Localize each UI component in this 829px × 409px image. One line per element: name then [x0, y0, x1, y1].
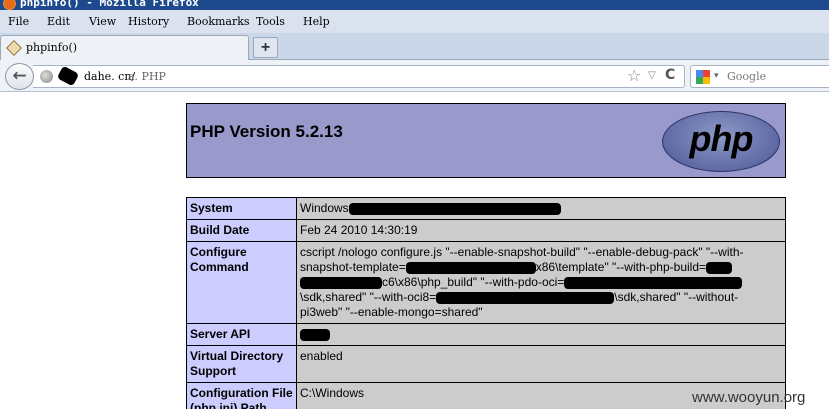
row-value: enabled	[296, 345, 786, 383]
row-value: cscript /nologo configure.js "--enable-s…	[296, 241, 786, 324]
new-tab-button[interactable]: +	[253, 37, 278, 58]
menu-help[interactable]: Help	[303, 15, 330, 28]
url-dropdown-icon[interactable]: ▽	[648, 70, 656, 81]
row-value: Windows	[296, 197, 786, 220]
back-button[interactable]: ←	[5, 63, 34, 90]
menu-bar: File Edit View History Bookmarks Tools H…	[0, 10, 829, 33]
menu-bookmarks[interactable]: Bookmarks	[187, 15, 250, 28]
redaction-mark	[300, 276, 382, 289]
row-label: Virtual Directory Support	[186, 345, 297, 383]
table-row: System Windows	[186, 197, 786, 220]
window-title: phpinfo() - Mozilla Firefox	[20, 0, 199, 9]
firefox-icon	[3, 0, 16, 10]
tab-phpinfo[interactable]: phpinfo()	[0, 35, 249, 60]
configure-line: pi3web" "--enable-mongo=shared"	[300, 305, 483, 319]
window-title-bar: phpinfo() - Mozilla Firefox	[0, 0, 829, 10]
configure-segment: \sdk,shared" "--with-oci8=	[300, 290, 437, 304]
row-label: System	[186, 197, 297, 220]
redaction-mark	[300, 328, 330, 341]
page-content: PHP Version 5.2.13 php System Windows Bu…	[0, 93, 829, 409]
redaction-mark	[348, 202, 561, 215]
configure-segment: snapshot-template=	[300, 260, 406, 274]
menu-edit[interactable]: Edit	[47, 15, 70, 28]
search-bar[interactable]: ▾ Google	[690, 65, 829, 88]
configure-line: cscript /nologo configure.js "--enable-s…	[300, 245, 744, 259]
table-row: Server API	[186, 323, 786, 346]
page-title: PHP Version 5.2.13	[190, 122, 343, 141]
table-row: Configure Command cscript /nologo config…	[186, 241, 786, 324]
bookmark-star-icon[interactable]: ☆	[627, 66, 641, 85]
row-label: Configuration File (php.ini) Path	[186, 382, 297, 409]
menu-tools[interactable]: Tools	[256, 15, 285, 28]
watermark: www.wooyun.org	[692, 389, 806, 406]
redaction-mark	[564, 276, 743, 289]
php-header: PHP Version 5.2.13 php	[186, 103, 786, 178]
configure-segment: x86\template" "--with-php-build=	[535, 260, 707, 274]
tab-title: phpinfo()	[26, 41, 78, 54]
search-engine-dropdown-icon[interactable]: ▾	[714, 71, 719, 81]
info-table: System Windows Build Date Feb 24 2010 14…	[186, 197, 786, 409]
row-value	[296, 323, 786, 346]
configure-segment: \sdk,shared" "--without-	[614, 290, 739, 304]
row-value: Feb 24 2010 14:30:19	[296, 219, 786, 242]
row-label: Configure Command	[186, 241, 297, 324]
menu-view[interactable]: View	[89, 15, 116, 28]
php-logo-text: php	[689, 118, 754, 159]
tab-strip: phpinfo() +	[0, 33, 829, 60]
table-row: Build Date Feb 24 2010 14:30:19	[186, 219, 786, 242]
google-icon	[696, 70, 710, 84]
redaction-mark	[405, 261, 536, 274]
php-logo: php	[662, 111, 780, 172]
url-path: a. PHP	[128, 70, 166, 83]
configure-segment: c6\x86\php_build" "--with-pdo-oci=	[382, 275, 565, 289]
menu-history[interactable]: History	[128, 15, 169, 28]
menu-file[interactable]: File	[8, 15, 29, 28]
search-input[interactable]: Google	[727, 70, 766, 83]
row-label: Server API	[186, 323, 297, 346]
reload-icon[interactable]: C	[665, 67, 675, 83]
redaction-mark	[706, 261, 733, 274]
system-value: Windows	[300, 201, 349, 215]
table-row: Virtual Directory Support enabled	[186, 345, 786, 383]
configure-line: c6\x86\php_build" "--with-pdo-oci=	[300, 275, 782, 290]
row-label: Build Date	[186, 219, 297, 242]
redaction-mark	[56, 65, 80, 87]
navigation-bar: dahe. cn/ a. PHP ☆ ▽ C ← ▾ Google	[0, 60, 829, 92]
url-bar[interactable]: dahe. cn/ a. PHP ☆ ▽ C	[33, 65, 685, 88]
configure-line: \sdk,shared" "--with-oci8= \sdk,shared" "…	[300, 290, 782, 305]
configure-line: snapshot-template= x86\template" "--with-…	[300, 260, 782, 275]
redaction-mark	[436, 291, 615, 304]
globe-icon	[40, 70, 53, 83]
php-page-icon	[6, 40, 22, 56]
